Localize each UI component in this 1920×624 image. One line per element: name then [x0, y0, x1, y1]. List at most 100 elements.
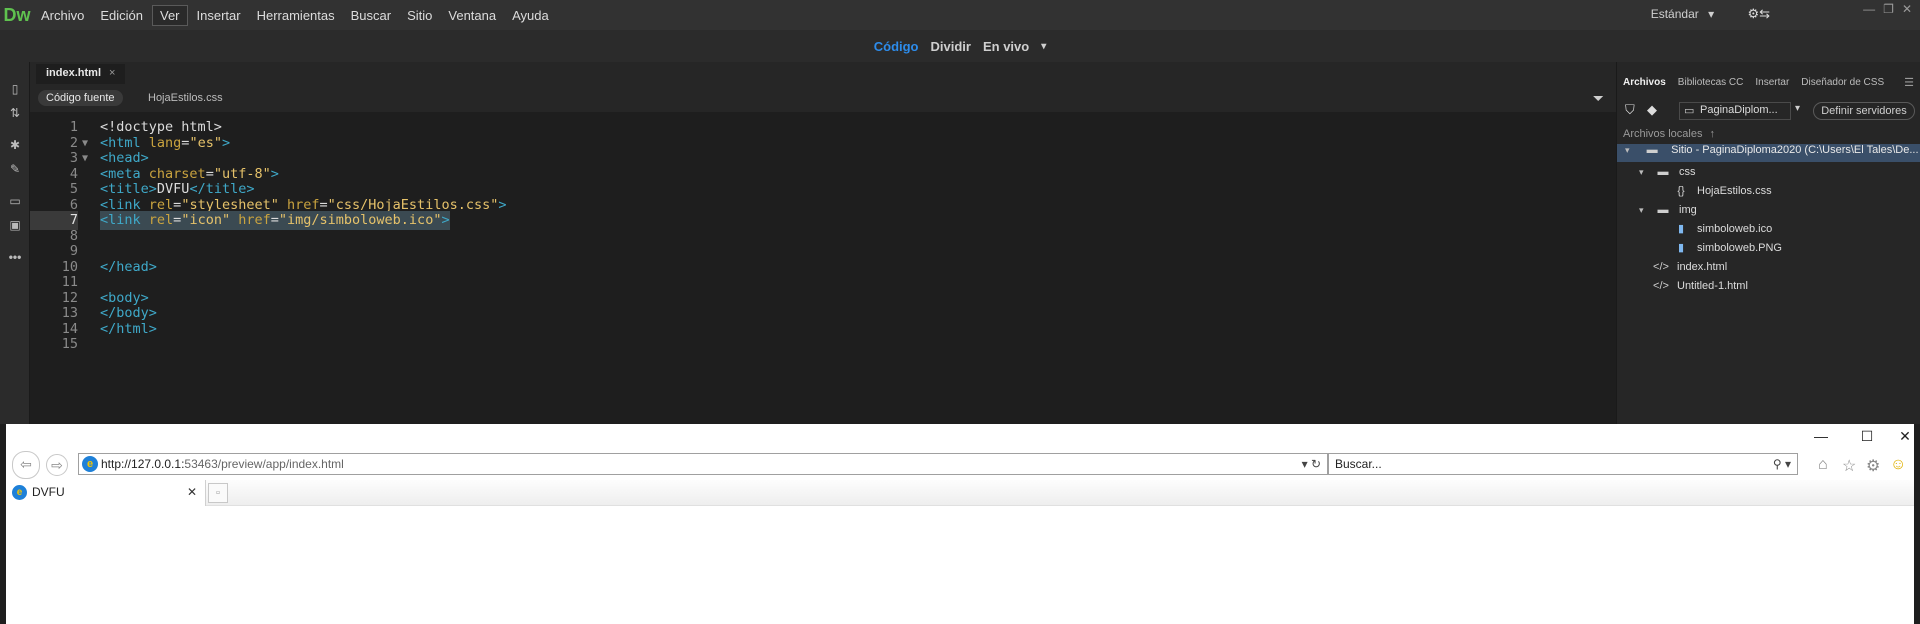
define-servers-button[interactable]: Definir servidores [1813, 102, 1915, 120]
tree-item-css-folder[interactable]: ▾ ▬ css [1639, 163, 1696, 181]
git-icon[interactable]: ◆ [1647, 102, 1657, 118]
tree-label: HojaEstilos.css [1697, 185, 1772, 197]
more-icon[interactable]: ••• [8, 250, 22, 264]
smiley-feedback-icon[interactable]: ☺ [1890, 456, 1906, 474]
browser-tab-title: DVFU [32, 485, 65, 499]
forward-icon[interactable]: ⇨ [46, 454, 68, 476]
window-controls: — ❐ ✕ [1863, 2, 1912, 16]
restore-button[interactable]: ❐ [1883, 2, 1894, 16]
tree-item-simboloweb-png[interactable]: ▮ simboloweb.PNG [1673, 239, 1782, 257]
html-file-icon: </> [1653, 261, 1669, 273]
wand-icon[interactable]: ✎ [8, 162, 22, 176]
refresh-icon[interactable]: ↻ [1311, 457, 1321, 471]
minimize-button[interactable]: — [1863, 2, 1875, 16]
home-icon[interactable]: ⌂ [1818, 456, 1828, 474]
image-file-icon: ▮ [1677, 223, 1685, 235]
tree-item-img-folder[interactable]: ▾ ▬ img [1639, 201, 1697, 219]
local-files-label: Archivos locales [1623, 128, 1703, 140]
tab-disenador-css[interactable]: Diseñador de CSS [1795, 74, 1890, 94]
minimize-button[interactable]: — [1806, 428, 1836, 444]
workspace-label: Estándar [1650, 7, 1699, 21]
chevron-down-icon[interactable]: ▾ [1639, 163, 1649, 181]
view-dividir-button[interactable]: Dividir [931, 39, 971, 54]
file-icon[interactable]: ▯ [8, 82, 22, 96]
tab-label: index.html [46, 67, 102, 79]
css-file-icon: {} [1677, 185, 1685, 197]
close-button[interactable]: ✕ [1890, 428, 1920, 445]
tree-item-untitled-html[interactable]: </> Untitled-1.html [1653, 277, 1748, 295]
menu-insertar[interactable]: Insertar [190, 6, 248, 25]
close-button[interactable]: ✕ [1902, 2, 1912, 16]
address-buttons: ▾ ↻ [1302, 454, 1321, 474]
format-icon[interactable]: ▣ [8, 218, 22, 232]
tab-index-html[interactable]: index.html × [36, 64, 126, 84]
back-icon[interactable]: ⇦ [12, 451, 40, 479]
menu-ventana[interactable]: Ventana [441, 6, 503, 25]
tree-item-hojaestilos[interactable]: {} HojaEstilos.css [1673, 182, 1772, 200]
panel-menu-icon[interactable]: ☰ [1904, 76, 1914, 89]
dreamweaver-logo: Dw [3, 4, 31, 25]
tree-label: Untitled-1.html [1677, 280, 1748, 292]
favorites-star-icon[interactable]: ☆ [1842, 456, 1856, 476]
expand-icon[interactable]: ✱ [8, 138, 22, 152]
code-line[interactable]: 15 [30, 335, 1616, 354]
menu-sitio[interactable]: Sitio [400, 6, 439, 25]
settings-gear-icon[interactable]: ⚙ [1866, 456, 1880, 476]
address-bar[interactable]: e http://127.0.0.1:53463/preview/app/ind… [78, 453, 1328, 475]
search-icon[interactable]: ⚲ [1773, 457, 1782, 471]
chevron-down-icon: ▾ [1708, 7, 1715, 21]
dropdown-arrow-icon[interactable]: ▾ [1785, 457, 1791, 471]
dropdown-arrow-icon[interactable]: ▾ [1302, 457, 1308, 471]
related-files-bar: Código fuente HojaEstilos.css ⏷ [30, 84, 1616, 112]
left-toolbar: ▯ ⇅ ✱ ✎ ▭ ▣ ••• [0, 62, 30, 424]
close-tab-icon[interactable]: ✕ [187, 480, 197, 504]
filter-icon[interactable]: ⏷ [1593, 90, 1604, 107]
view-menu-icon[interactable]: ▾ [1041, 41, 1046, 52]
new-tab-button[interactable]: ▫ [208, 483, 228, 503]
view-codigo-button[interactable]: Código [874, 39, 919, 54]
tree-root-label: Sitio - PaginaDiploma2020 (C:\Users\El T… [1671, 144, 1919, 156]
tab-insertar[interactable]: Insertar [1749, 74, 1795, 94]
tree-item-index-html[interactable]: </> index.html [1653, 258, 1727, 276]
dreamweaver-window: Dw Archivo Edición Ver Insertar Herramie… [0, 0, 1920, 424]
search-box[interactable]: Buscar... ⚲ ▾ [1328, 453, 1798, 475]
menu-ver[interactable]: Ver [152, 4, 188, 26]
line-number: 15 [61, 336, 78, 352]
connect-icon[interactable]: ⛉ [1625, 102, 1635, 118]
chevron-down-icon[interactable]: ▾ [1639, 201, 1649, 219]
tree-item-simboloweb-ico[interactable]: ▮ simboloweb.ico [1673, 220, 1772, 238]
related-file-source[interactable]: Código fuente [38, 90, 123, 106]
menu-herramientas[interactable]: Herramientas [250, 6, 342, 25]
menu-edicion[interactable]: Edición [93, 6, 150, 25]
document-tabs: index.html × [30, 62, 1616, 84]
menu-buscar[interactable]: Buscar [344, 6, 398, 25]
maximize-button[interactable]: ☐ [1852, 428, 1882, 445]
related-file-css[interactable]: HojaEstilos.css [140, 90, 231, 106]
chevron-down-icon[interactable]: ▾ [1625, 145, 1635, 156]
chevron-down-icon[interactable]: ▾ [1795, 103, 1800, 114]
site-select[interactable]: ▭ PaginaDiplom... [1679, 102, 1791, 120]
browser-tab-strip: e DVFU ✕ ▫ [6, 480, 1914, 506]
menu-archivo[interactable]: Archivo [34, 6, 91, 25]
tab-archivos[interactable]: Archivos [1617, 74, 1672, 94]
folder-icon: ▬ [1646, 144, 1658, 156]
workspace-switcher[interactable]: Estándar ▾ ⚙⇆ [1651, 6, 1770, 22]
sort-arrow-icon: ↑ [1709, 128, 1716, 140]
browser-title-bar: — ☐ ✕ [6, 424, 1914, 450]
tab-bibliotecas-cc[interactable]: Bibliotecas CC [1672, 74, 1750, 94]
ie-logo-icon: e [82, 456, 98, 472]
tree-root-site[interactable]: ▾ ▬ Sitio - PaginaDiploma2020 (C:\Users\… [1617, 144, 1920, 162]
tree-label: img [1679, 204, 1697, 216]
code-editor[interactable]: 1 <!doctype html> 2 ▼ <html lang="es"> 3 ▼ <hea… [30, 112, 1616, 424]
sync-settings-icon[interactable]: ⚙⇆ [1747, 6, 1770, 21]
local-files-header[interactable]: Archivos locales ↑ [1623, 128, 1715, 140]
address-host: http://127.0.0.1: [101, 457, 185, 471]
browser-tab-dvfu[interactable]: e DVFU ✕ [6, 480, 206, 506]
close-tab-icon[interactable]: × [109, 67, 115, 79]
view-switcher: Código Dividir En vivo ▾ [0, 30, 1920, 62]
menu-ayuda[interactable]: Ayuda [505, 6, 556, 25]
comment-icon[interactable]: ▭ [8, 194, 22, 208]
view-envivo-button[interactable]: En vivo [983, 39, 1029, 54]
transfer-icon[interactable]: ⇅ [8, 106, 22, 120]
site-select-value: PaginaDiplom... [1700, 104, 1778, 116]
